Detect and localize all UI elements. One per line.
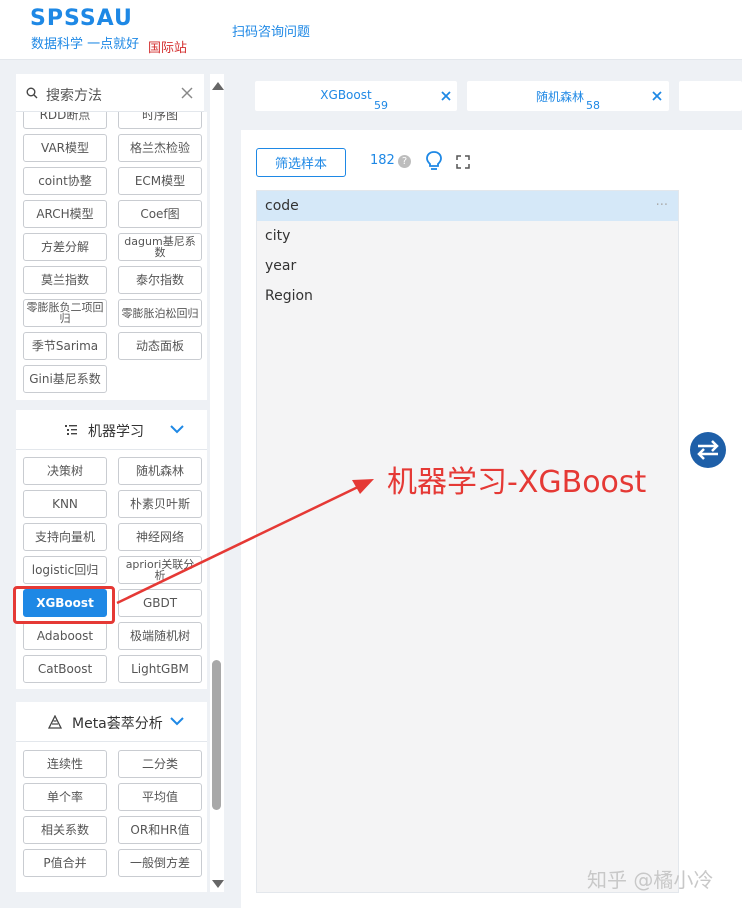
method-button[interactable]: 随机森林 [118,457,202,485]
method-button[interactable]: 二分类 [118,750,202,778]
variable-item[interactable]: Region [257,281,678,311]
method-button[interactable]: VAR模型 [23,134,107,162]
method-button[interactable]: 平均值 [118,783,202,811]
variable-item[interactable]: code ··· [257,191,678,221]
method-button[interactable]: 单个率 [23,783,107,811]
method-button[interactable]: dagum基尼系数 [118,233,202,261]
sidebar-scrollbar[interactable] [210,74,224,892]
method-button[interactable]: GBDT [118,589,202,617]
method-button[interactable]: 时序图 [118,112,202,129]
method-button[interactable]: KNN [23,490,107,518]
method-button[interactable]: 方差分解 [23,233,107,261]
xgboost-button[interactable]: XGBoost [23,589,107,617]
method-button[interactable]: ARCH模型 [23,200,107,228]
method-button[interactable]: ECM模型 [118,167,202,195]
method-button[interactable]: 极端随机树 [118,622,202,650]
search-bar[interactable]: 搜索方法 [16,74,204,112]
chevron-down-icon[interactable] [170,716,184,726]
variable-list: code ··· city year Region [256,190,679,893]
method-button[interactable]: apriori关联分析 [118,556,202,584]
tab-count: 59 [374,99,388,112]
method-button[interactable]: logistic回归 [23,556,107,584]
tab-label: 随机森林 [535,90,584,104]
scroll-up-arrow-icon[interactable] [212,82,224,90]
section-label: Meta荟萃分析 [72,716,163,732]
method-button[interactable]: CatBoost [23,655,107,683]
method-button[interactable]: 动态面板 [118,332,202,360]
intl-link[interactable]: 国际站 [148,37,187,56]
chevron-down-icon[interactable] [170,424,184,434]
method-button[interactable]: 相关系数 [23,816,107,844]
method-button[interactable]: 决策树 [23,457,107,485]
method-button[interactable]: 零膨胀泊松回归 [118,299,202,327]
method-button[interactable]: Adaboost [23,622,107,650]
tab-random-forest[interactable]: 随机森林 58 [467,81,669,112]
method-sidebar: 搜索方法 RDD断点 时序图 VAR模型 格兰杰检验 coint协整 ECM模型… [14,74,226,892]
swap-icon[interactable] [689,431,727,469]
method-button[interactable]: LightGBM [118,655,202,683]
method-button[interactable]: 一般倒方差 [118,849,202,877]
method-button[interactable]: OR和HR值 [118,816,202,844]
slogan: 数据科学 一点就好 [31,37,140,52]
section-meta-analysis[interactable]: Meta荟萃分析 [16,702,207,742]
method-button[interactable]: 泰尔指数 [118,266,202,294]
method-button[interactable]: Gini基尼系数 [23,365,107,393]
fullscreen-icon[interactable] [456,155,470,169]
variable-label: code [265,198,299,214]
tab-label: XGBoost [320,88,372,102]
lightbulb-icon[interactable] [425,150,443,172]
annotation-text: 机器学习-XGBoost [387,465,647,500]
method-button[interactable]: 连续性 [23,750,107,778]
help-icon[interactable]: ? [398,155,411,168]
method-grid-machine-learning: 决策树 随机森林 KNN 朴素贝叶斯 支持向量机 神经网络 logistic回归… [16,450,207,689]
method-button[interactable]: 支持向量机 [23,523,107,551]
method-list: RDD断点 时序图 VAR模型 格兰杰检验 coint协整 ECM模型 ARCH… [16,112,207,892]
method-grid-meta: 连续性 二分类 单个率 平均值 相关系数 OR和HR值 P值合并 一般倒方差 [16,742,207,892]
method-button[interactable]: 神经网络 [118,523,202,551]
scroll-thumb[interactable] [212,660,221,810]
main-panel: 筛选样本 182 ? code ··· city year Region [241,130,742,908]
method-button[interactable]: RDD断点 [23,112,107,129]
tab-partial[interactable] [679,81,742,111]
method-button[interactable]: 朴素贝叶斯 [118,490,202,518]
method-button[interactable]: 格兰杰检验 [118,134,202,162]
scroll-down-arrow-icon[interactable] [212,880,224,888]
scan-consult-link[interactable]: 扫码咨询问题 [232,21,310,40]
method-button[interactable]: 季节Sarima [23,332,107,360]
watermark: 知乎 @橘小冷 [587,868,714,892]
method-button[interactable]: P值合并 [23,849,107,877]
method-button[interactable]: coint协整 [23,167,107,195]
tab-count: 58 [586,99,600,112]
filter-sample-button[interactable]: 筛选样本 [256,148,346,177]
close-icon[interactable] [651,90,663,102]
section-machine-learning[interactable]: 机器学习 [16,410,207,450]
close-icon[interactable] [440,90,452,102]
tab-xgboost[interactable]: XGBoost 59 [255,81,457,112]
more-icon[interactable]: ··· [656,191,668,221]
logo[interactable]: SPSSAU [30,6,133,31]
sample-count: 182 [370,153,395,168]
section-label: 机器学习 [88,424,144,440]
method-button[interactable]: 莫兰指数 [23,266,107,294]
method-button[interactable]: 零膨胀负二项回归 [23,299,107,327]
app-header: SPSSAU 数据科学 一点就好 国际站 扫码咨询问题 [0,0,742,60]
search-icon [26,87,38,99]
method-button[interactable]: Coef图 [118,200,202,228]
close-icon[interactable] [180,86,194,100]
variable-item[interactable]: city [257,221,678,251]
variable-item[interactable]: year [257,251,678,281]
hierarchy-icon [65,425,77,435]
search-input[interactable]: 搜索方法 [46,85,102,105]
pyramid-icon [48,715,62,729]
method-grid-timeseries: RDD断点 时序图 VAR模型 格兰杰检验 coint协整 ECM模型 ARCH… [16,112,207,400]
